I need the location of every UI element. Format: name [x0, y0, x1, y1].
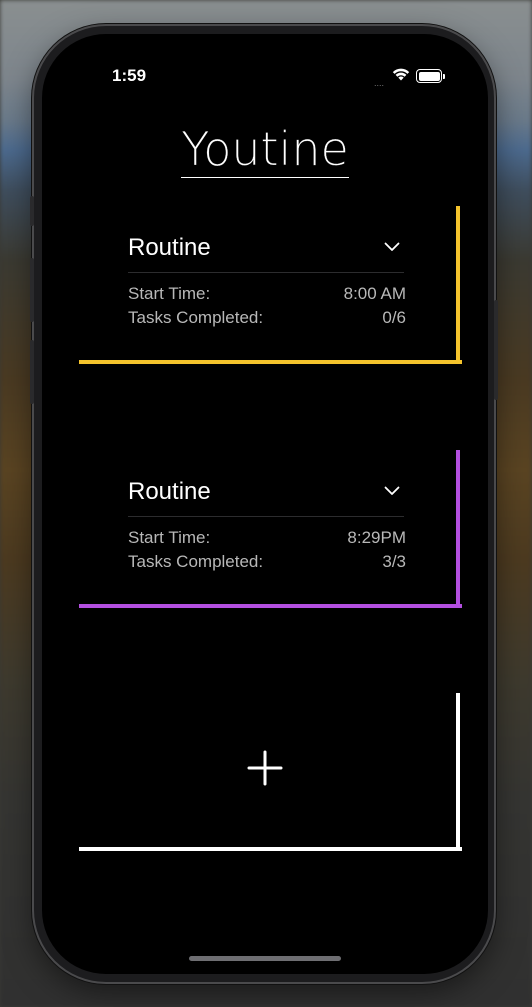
status-indicators: ....: [352, 67, 445, 88]
side-button-volume-down: [30, 340, 34, 404]
home-indicator[interactable]: [189, 956, 341, 961]
cellular-signal-icon: ....: [373, 78, 384, 88]
start-time-label: Start Time:: [128, 528, 211, 547]
routine-card[interactable]: Routine Start Time: 8:00 AM Tasks Comple…: [79, 206, 462, 364]
start-time-value: 8:00 AM: [343, 284, 406, 303]
side-button-action: [30, 196, 34, 226]
routine-card[interactable]: Routine Start Time: 8:29PM Tasks Complet…: [79, 450, 462, 608]
status-time: 1:59: [112, 66, 147, 85]
routine-name: Routine: [128, 478, 211, 505]
card-divider: [128, 516, 404, 517]
tasks-completed-label: Tasks Completed:: [128, 552, 264, 571]
chevron-down-icon[interactable]: [384, 486, 400, 496]
tasks-completed-label: Tasks Completed:: [128, 308, 264, 327]
tasks-completed-value: 0/6: [382, 308, 406, 327]
add-routine-button[interactable]: [79, 693, 462, 851]
card-accent-edge: [456, 693, 460, 851]
start-time-label: Start Time:: [128, 284, 211, 303]
card-divider: [128, 272, 404, 273]
app-title-text: Youtine: [181, 122, 349, 178]
side-button-power: [494, 300, 498, 400]
app-screen: 1:59 .... Youtine Routine Start Time: 8:…: [42, 34, 488, 974]
card-accent-edge: [456, 206, 460, 364]
start-time-value: 8:29PM: [347, 528, 406, 547]
wifi-icon: [392, 68, 410, 81]
tasks-completed-value: 3/3: [382, 552, 406, 571]
battery-icon: [416, 69, 445, 83]
chevron-down-icon[interactable]: [384, 242, 400, 252]
card-accent-base: [79, 604, 462, 608]
side-button-volume-up: [30, 258, 34, 322]
routine-name: Routine: [128, 234, 211, 261]
app-title: Youtine: [42, 122, 488, 178]
card-accent-base: [79, 847, 462, 851]
card-accent-edge: [456, 450, 460, 608]
plus-icon: [247, 750, 283, 786]
card-accent-base: [79, 360, 462, 364]
